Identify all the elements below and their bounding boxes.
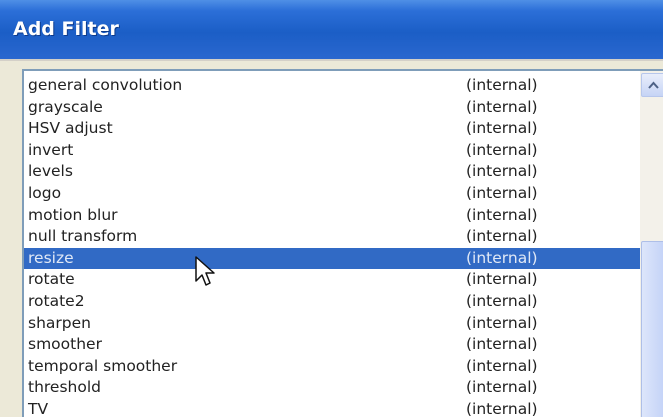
filter-list-rows: general convolution (internal) grayscale (i…: [24, 75, 640, 417]
filter-source: (internal): [466, 140, 538, 159]
filter-name: levels: [28, 162, 73, 181]
filter-list-item[interactable]: threshold (internal): [24, 377, 640, 399]
filter-source: (internal): [466, 399, 538, 417]
filter-name: HSV adjust: [28, 119, 113, 138]
filter-source: (internal): [466, 313, 538, 332]
filter-name: temporal smoother: [28, 356, 178, 375]
filter-name: smoother: [28, 335, 102, 354]
filter-list-item[interactable]: HSV adjust (internal): [24, 118, 640, 140]
filter-list-item[interactable]: invert (internal): [24, 140, 640, 162]
filter-list-item[interactable]: rotate2 (internal): [24, 291, 640, 313]
filter-list-item[interactable]: general convolution (internal): [24, 75, 640, 97]
scroll-thumb[interactable]: [641, 241, 663, 417]
filter-source: (internal): [466, 378, 538, 397]
filter-name: resize: [28, 248, 74, 267]
filter-list-item[interactable]: null transform (internal): [24, 226, 640, 248]
vertical-scrollbar[interactable]: [640, 71, 663, 417]
filter-name: TV: [28, 399, 49, 417]
filter-source: (internal): [466, 205, 538, 224]
chevron-up-icon: [648, 81, 659, 89]
filter-list-item[interactable]: motion blur (internal): [24, 205, 640, 227]
filter-name: rotate2: [28, 291, 85, 310]
add-filter-dialog: Add Filter general convolution (internal)…: [0, 0, 663, 417]
filter-source: (internal): [466, 335, 538, 354]
filter-source: (internal): [466, 227, 538, 246]
filter-name: logo: [28, 183, 62, 202]
filter-source: (internal): [466, 270, 538, 289]
filter-source: (internal): [466, 162, 538, 181]
filter-source: (internal): [466, 76, 538, 94]
scroll-up-button[interactable]: [641, 73, 663, 97]
title-bar[interactable]: Add Filter: [0, 0, 663, 61]
filter-list-item[interactable]: sharpen (internal): [24, 313, 640, 335]
filter-source: (internal): [466, 119, 538, 138]
filter-list-item[interactable]: smoother (internal): [24, 334, 640, 356]
filter-name: threshold: [28, 378, 101, 397]
filter-list[interactable]: general convolution (internal) grayscale (i…: [22, 69, 663, 417]
filter-name: sharpen: [28, 313, 91, 332]
filter-source: (internal): [466, 97, 538, 116]
filter-name: general convolution: [28, 76, 183, 94]
filter-source: (internal): [466, 356, 538, 375]
filter-name: motion blur: [28, 205, 118, 224]
filter-list-item[interactable]: rotate (internal): [24, 269, 640, 291]
filter-source: (internal): [466, 183, 538, 202]
filter-source: (internal): [466, 248, 538, 267]
filter-list-item[interactable]: logo (internal): [24, 183, 640, 205]
filter-source: (internal): [466, 291, 538, 310]
filter-name: invert: [28, 140, 74, 159]
filter-list-item[interactable]: grayscale (internal): [24, 97, 640, 119]
dialog-title: Add Filter: [13, 18, 119, 40]
filter-list-item[interactable]: TV (internal): [24, 399, 640, 417]
filter-name: grayscale: [28, 97, 103, 116]
filter-list-item[interactable]: resize (internal): [24, 247, 640, 270]
filter-list-item[interactable]: temporal smoother (internal): [24, 356, 640, 378]
filter-name: null transform: [28, 227, 138, 246]
filter-list-item[interactable]: levels (internal): [24, 161, 640, 183]
filter-name: rotate: [28, 270, 75, 289]
